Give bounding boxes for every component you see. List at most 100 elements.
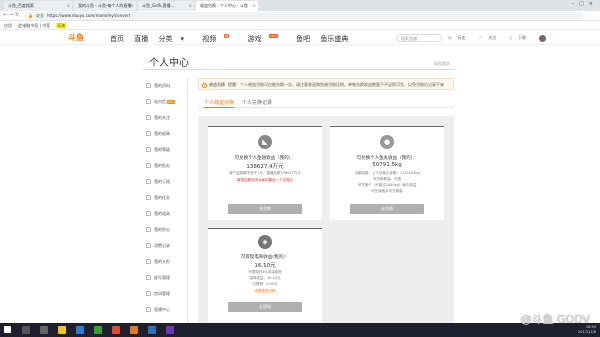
sidebar-item-follows[interactable]: 我的关注 [143, 110, 187, 126]
sidebar-item-profile[interactable]: 我的资料 [143, 78, 187, 94]
sidebar-item-room[interactable]: 房间管理 [143, 286, 187, 302]
close-icon[interactable]: × [131, 1, 134, 11]
level-icon [146, 147, 151, 152]
edge-browser-icon[interactable] [76, 326, 84, 334]
window-controls[interactable]: –□× [572, 1, 598, 7]
browser-tab-bar: 斗鱼_百度搜索 × 我的斗鱼 - 斗鱼-每个人的直播 × 斗鱼_Gofk,直播...… [0, 0, 600, 11]
chrome-icon[interactable] [94, 326, 102, 334]
convert-button[interactable]: 去兑换 [350, 204, 424, 214]
subscribe-icon [146, 179, 151, 184]
card-value: 16.10元 [254, 263, 276, 269]
card-value: 50791.5kg [372, 162, 402, 168]
sidebar-item-fishballs[interactable]: 我的鱼丸 [143, 158, 187, 174]
download-link[interactable]: ▯ 下载 [510, 35, 532, 40]
sidebar-item-label: 我的头衔 [154, 259, 170, 264]
withdraw-button[interactable]: 去提现 [228, 302, 302, 312]
sidebar-item-level[interactable]: 我的等级 [143, 142, 187, 158]
browser-tab[interactable]: 斗鱼_百度搜索 × [4, 1, 72, 11]
tab-label: 斗鱼_百度搜索 [8, 3, 34, 8]
sidebar-item-props[interactable]: 我的道具 [143, 206, 187, 222]
tab-label: 斗鱼_Gofk,直播... [142, 3, 175, 8]
app-icon[interactable] [112, 326, 120, 334]
nav-game[interactable]: 游戏 HOT [247, 34, 285, 44]
browser-tab[interactable]: 我的斗鱼 - 斗鱼-每个人的直播 × [74, 1, 136, 11]
search-icon[interactable] [22, 326, 30, 334]
sidebar-item-points[interactable]: 我的积分 [143, 222, 187, 238]
main-nav: 首页 直播 分类 ▾ 视频 新 游戏 HOT 鱼吧 鱼乐盛典 [110, 34, 356, 44]
windows-start-icon[interactable] [4, 326, 11, 333]
chevron-down-icon: ▾ [180, 35, 184, 43]
address-bar: ← → ↻ 🔒 安全 https://www.douyu.com/room/my/c… [0, 11, 600, 21]
convert-button[interactable]: 去兑换 [228, 204, 302, 214]
forward-icon[interactable]: → [9, 12, 13, 18]
close-icon[interactable]: × [253, 1, 256, 11]
back-icon[interactable]: ← [3, 12, 7, 18]
content-tabs: 个人收益兑换 个人兑换记录 [198, 98, 454, 108]
taskbar: 18:59 2017/12/6 [0, 323, 600, 337]
nav-home[interactable]: 首页 [110, 34, 124, 44]
sidebar-item-label: 我的任务 [154, 195, 170, 200]
nav-label: 视频 [202, 35, 217, 43]
notice-text: 提醒：个人收益兑换可仅能兑换一次，请注意收益和鱼翅兑换比例，单笔兑换收益数量下不… [228, 82, 444, 87]
nav-fishfun[interactable]: 鱼乐盛典 [320, 34, 348, 44]
shark-fin-icon: ◣ [258, 135, 272, 149]
card-detail: 可兑换个（不超过2000kg）鱼丸收益 [357, 183, 417, 187]
app-icon[interactable] [166, 326, 174, 334]
back-home-link[interactable]: 返回首页 [434, 61, 450, 67]
more-info-link[interactable]: 查看更多说明 [208, 289, 322, 294]
history-link[interactable]: ◷ 历史 [448, 35, 472, 40]
card-detail: 当期余额：上个月鱼丸余额：1155054kg [354, 171, 420, 175]
bookmark-item[interactable]: 此电脑书签 | 书签 [18, 23, 50, 28]
search-placeholder: 搜索直播 [401, 36, 417, 41]
card-detail: 单个结算额不低于1元，直播余额138627万元 [229, 171, 301, 175]
sidebar-item-messages[interactable]: 站内信 99+ [143, 94, 187, 110]
douyu-app-icon[interactable] [130, 326, 138, 334]
site-logo[interactable]: 斗鱼 [68, 33, 102, 43]
browser-tab[interactable]: 斗鱼_Gofk,直播... × [138, 1, 194, 11]
receipt-icon [146, 243, 151, 248]
sidebar-item-account[interactable]: 账号管理 [143, 270, 187, 286]
sidebar-item-label: 账号管理 [154, 275, 170, 280]
nav-label: 分类 [158, 35, 173, 43]
reload-icon[interactable]: ↻ [15, 12, 19, 18]
convert-card-fishball: ● 可兑换个人鱼丸收益（我的）： 50791.5kg 当期余额：上个月鱼丸余额：… [330, 126, 444, 220]
task-view-icon[interactable] [40, 326, 48, 334]
tab-convert-records[interactable]: 个人兑换记录 [242, 99, 272, 106]
search-input[interactable]: 搜索直播 [396, 34, 442, 42]
sidebar-item-label: 我的道具 [154, 211, 170, 216]
url-text: https://www.douyu.com/room/my/convert [46, 13, 131, 18]
bookmark-highlight[interactable]: 历史 [56, 23, 67, 28]
url-field[interactable]: 🔒 安全 https://www.douyu.com/room/my/convert [24, 12, 584, 20]
sidebar-item-label: 站内信 [154, 99, 166, 104]
nav-fishbar[interactable]: 鱼吧 [296, 34, 310, 44]
follow-link[interactable]: ♡ 关注 [479, 35, 503, 40]
app-icon[interactable] [148, 326, 156, 334]
nav-video[interactable]: 视频 新 [202, 34, 237, 44]
sidebar-item-spending[interactable]: 消费记录 [143, 238, 187, 254]
file-explorer-icon[interactable] [58, 326, 66, 334]
avatar[interactable] [539, 34, 547, 42]
sidebar-item-titles[interactable]: 我的头衔 [143, 254, 187, 270]
sidebar-item-medals[interactable]: 我的勋章 [143, 126, 187, 142]
close-icon[interactable]: × [189, 1, 192, 11]
site-header: 斗鱼 首页 直播 分类 ▾ 视频 新 游戏 HOT 鱼吧 鱼乐盛典 搜索直播 ◷ 历史 … [0, 31, 600, 45]
sidebar-item-subscriptions[interactable]: 我的订阅 [143, 174, 187, 190]
sidebar-item-label: 消费记录 [154, 243, 170, 248]
tab-personal-convert[interactable]: 个人收益兑换 [204, 99, 235, 108]
sidebar-item-tasks[interactable]: 我的任务 [143, 190, 187, 206]
nav-category[interactable]: 分类 ▾ [158, 34, 192, 44]
history-label: 历史 [457, 35, 466, 40]
convert-card-fishfin: ◣ 可兑换个人鱼翅收益（我的）： 138627.4万元 单个结算额不低于1元，直… [208, 126, 322, 220]
nav-live[interactable]: 直播 [134, 34, 148, 44]
nav-badge: HOT [269, 34, 278, 38]
logo-text: 斗鱼 [68, 33, 84, 42]
browser-tab-active[interactable]: 收益兑换 - 个人中心 - 斗鱼 × [196, 1, 258, 11]
bookmark-item[interactable]: 应用 [4, 23, 12, 28]
sidebar-item-livecenter[interactable]: 直播中心 [143, 302, 187, 318]
nav-label: 游戏 [247, 35, 262, 43]
card-detail: 结算收益：16.10元 [249, 276, 281, 280]
tab-label: 我的斗鱼 - 斗鱼-每个人的直播 [78, 3, 132, 8]
close-icon[interactable]: × [67, 1, 70, 11]
download-label: 下载 [517, 35, 526, 40]
sidebar: 我的资料 站内信 99+ 我的关注 我的勋章 我的等级 我的鱼丸 我的订阅 我的任… [143, 78, 188, 337]
